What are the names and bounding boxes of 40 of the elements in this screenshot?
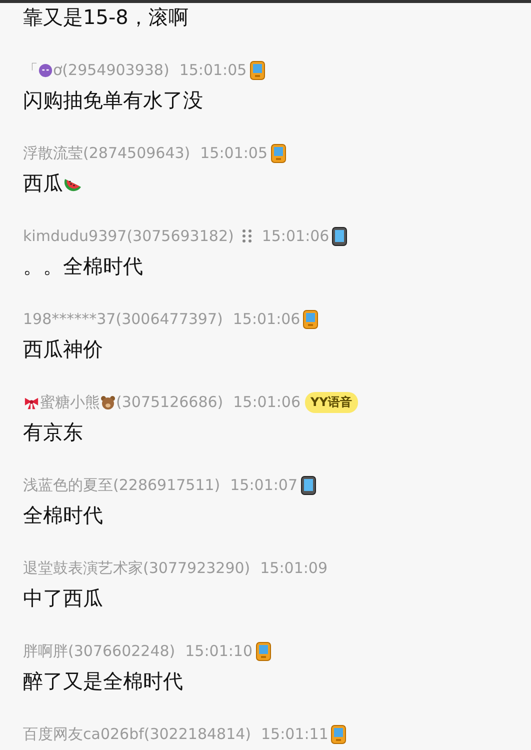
sender-name: kimdudu9397(3075693182) <box>23 227 234 245</box>
message-text: 西瓜 <box>23 170 63 196</box>
bear-icon <box>100 394 116 410</box>
phone-icon <box>250 60 265 80</box>
sender-name: 浮散流莹(2874509643) <box>23 144 190 162</box>
phone-icon <box>303 310 318 328</box>
message-time: 15:01:05 <box>179 61 247 79</box>
sender-name: 浅蓝色的夏至(2286917511) <box>23 476 220 494</box>
message-time: 15:01:10 <box>185 642 253 660</box>
sender-name: 「 <box>23 60 38 80</box>
phone-icon <box>270 144 286 162</box>
message-time: 15:01:06 <box>232 310 300 328</box>
smiley-icon <box>38 62 53 78</box>
sender-name: (3075126686) <box>116 393 224 411</box>
message-time: 15:01:06 <box>262 227 330 245</box>
message-text: 中了西瓜 <box>23 584 103 612</box>
message-time: 15:01:05 <box>200 144 268 162</box>
message-time: 15:01:11 <box>261 725 328 743</box>
sender-name: 退堂鼓表演艺术家(3077923290) <box>23 558 250 578</box>
dots-icon <box>242 229 252 243</box>
sender-name: 蜜糖小熊 <box>40 392 100 412</box>
message-text: 全棉时代 <box>23 502 103 528</box>
tablet-icon <box>300 476 316 494</box>
sender-name: ơ(2954903938) <box>53 61 170 79</box>
message-text: 西瓜神价 <box>23 336 103 362</box>
message-text: 有京东 <box>23 418 83 446</box>
phone-icon <box>256 642 271 660</box>
message-text: 。。全棉时代 <box>23 252 143 280</box>
message-time: 15:01:07 <box>230 476 298 494</box>
voice-badge: YY语音 <box>304 392 358 412</box>
message-text: 醉了又是全棉时代 <box>23 668 183 694</box>
sender-name: 198******37(3006477397) <box>23 310 223 328</box>
message-time: 15:01:09 <box>260 559 328 577</box>
tablet-icon <box>332 226 348 246</box>
phone-icon <box>331 724 346 744</box>
message-time: 15:01:06 <box>233 393 301 411</box>
message-text: 靠又是15-8，滚啊 <box>23 4 188 30</box>
sender-name: 百度网友ca026bf(3022184814) <box>23 724 252 744</box>
message-text: 闪购抽免单有水了没 <box>23 86 203 114</box>
sender-name: 胖啊胖(3076602248) <box>23 642 176 660</box>
